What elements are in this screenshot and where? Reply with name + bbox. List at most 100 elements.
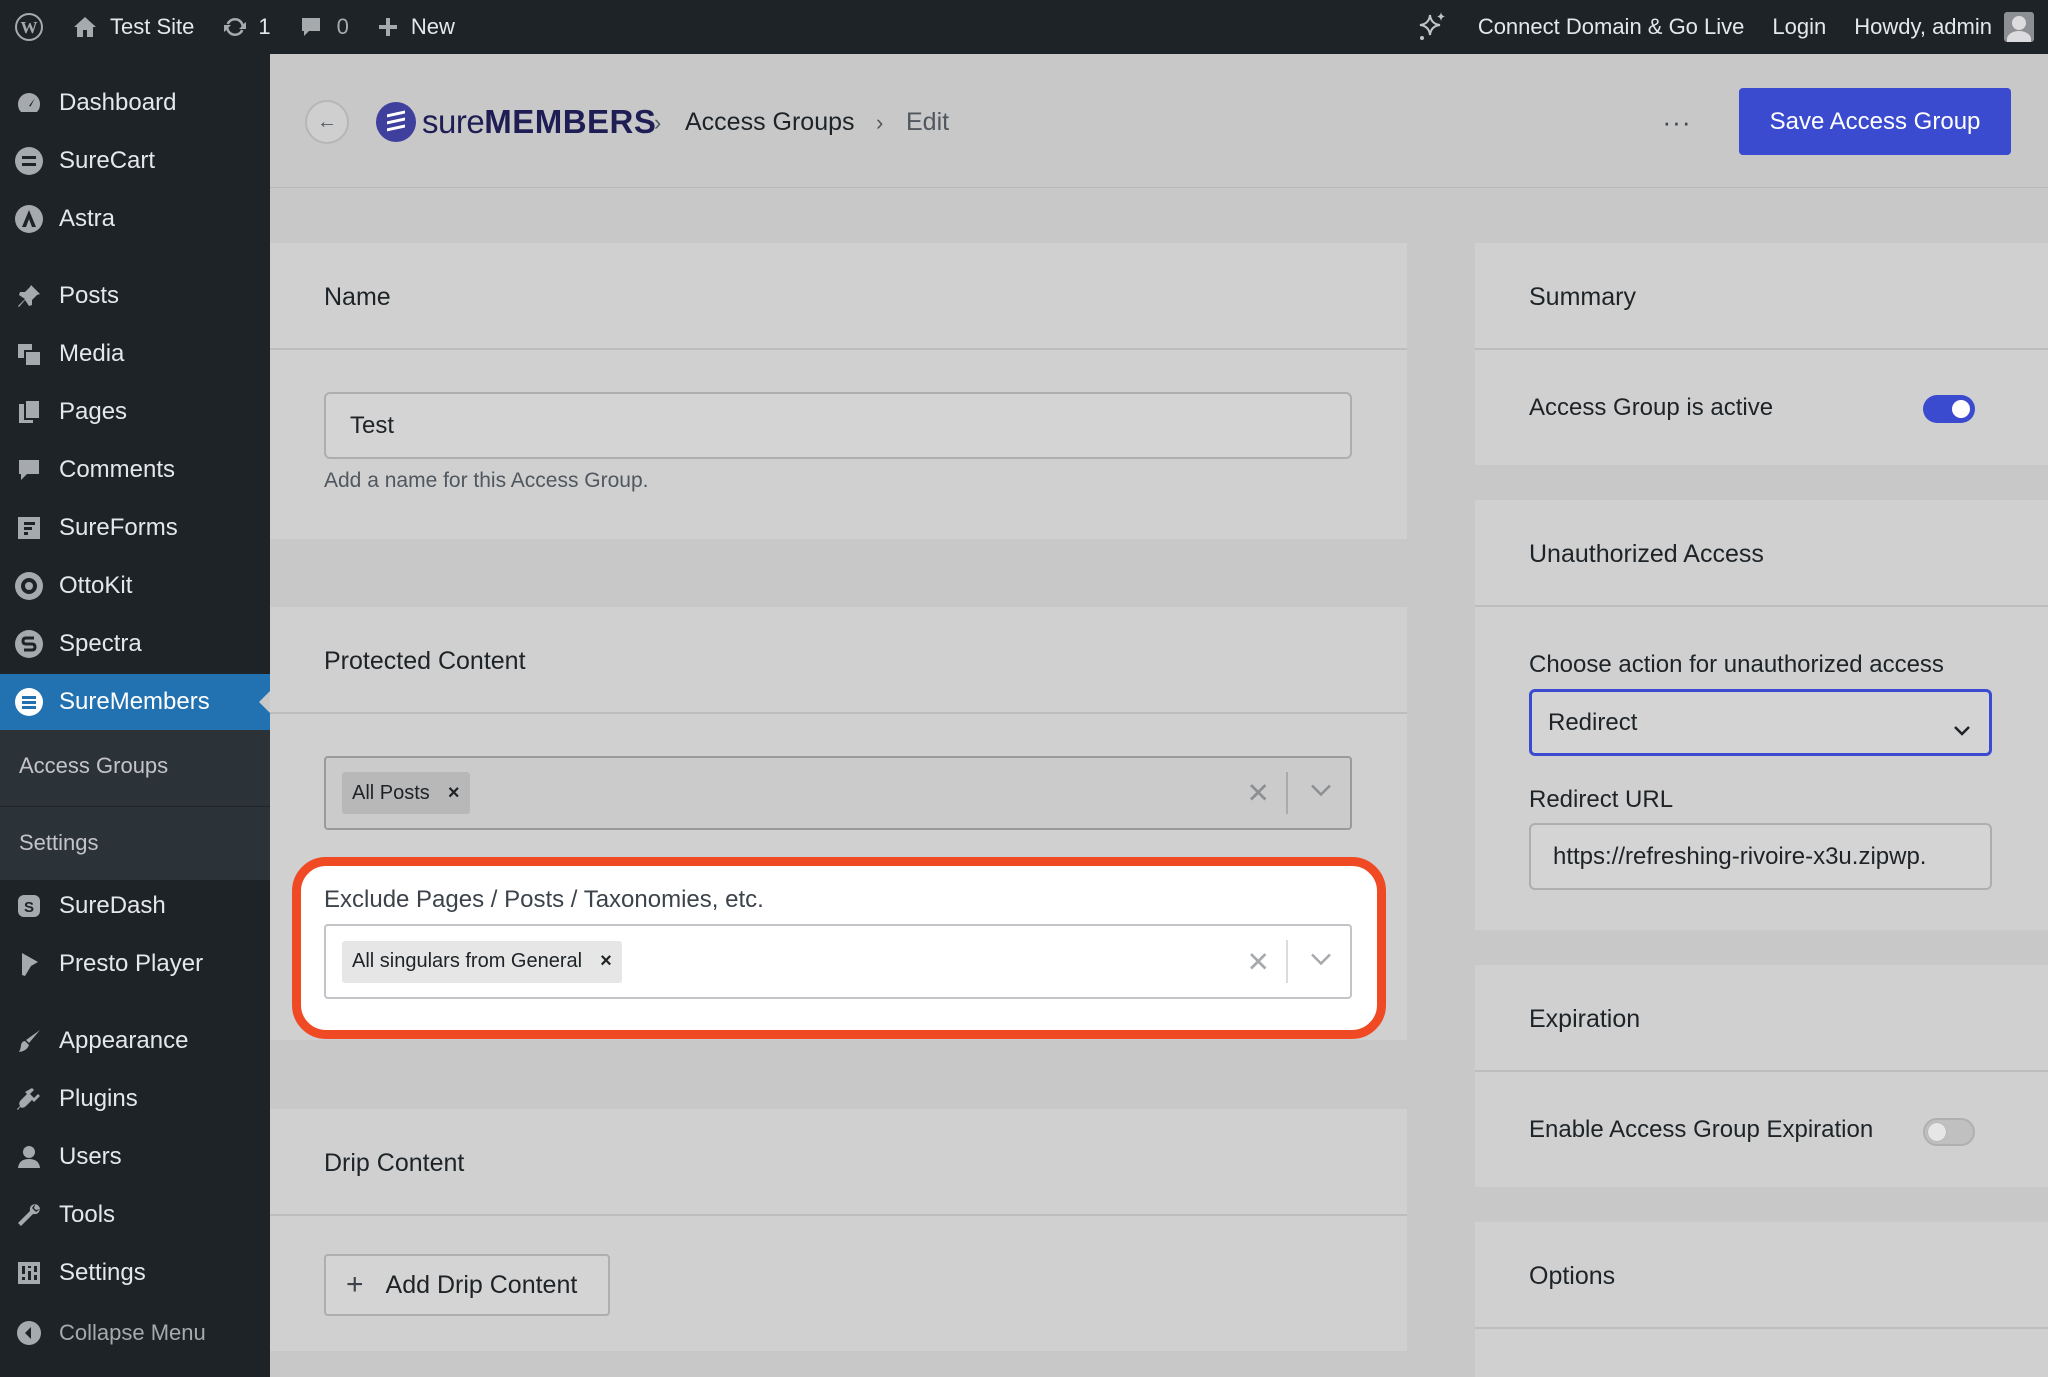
chevron-down-icon[interactable] <box>1310 952 1332 971</box>
comment-icon <box>299 15 323 39</box>
clear-icon[interactable]: ✕ <box>1247 777 1270 810</box>
pin-icon <box>13 280 45 312</box>
updates-count: 1 <box>258 14 271 39</box>
menu-label: Users <box>59 1143 122 1170</box>
menu-label: Posts <box>59 282 120 309</box>
login-link[interactable]: Login <box>1758 0 1840 54</box>
active-toggle[interactable] <box>1923 395 1975 423</box>
menu-settings[interactable]: Settings <box>0 1245 270 1301</box>
wordpress-logo-icon[interactable]: W <box>0 0 58 54</box>
my-account-link[interactable]: Howdy, admin <box>1840 0 2048 54</box>
menu-surecart[interactable]: SureCart <box>0 133 270 189</box>
page-header: ← sureMEMBERS › Access Groups › Edit ···… <box>270 54 2048 188</box>
comments-link[interactable]: 0 <box>285 0 363 54</box>
astra-icon <box>13 203 45 235</box>
exclude-label: Exclude Pages / Posts / Taxonomies, etc. <box>324 886 764 913</box>
suremembers-logo-icon <box>376 102 416 142</box>
admin-bar: W Test Site 1 0 New Connect Domain & Go … <box>0 0 2048 54</box>
submenu-settings[interactable]: Settings <box>0 815 270 871</box>
divider <box>1475 348 2048 350</box>
chevron-down-icon[interactable] <box>1310 784 1332 803</box>
menu-plugins[interactable]: Plugins <box>0 1071 270 1127</box>
divider <box>1286 940 1288 983</box>
menu-label: SureDash <box>59 892 166 919</box>
redirect-url-input[interactable]: https://refreshing-rivoire-x3u.zipwp. <box>1529 823 1992 890</box>
menu-posts[interactable]: Posts <box>0 268 270 324</box>
menu-label: Plugins <box>59 1085 138 1112</box>
logo-text: sureMEMBERS <box>422 103 657 140</box>
plugin-icon <box>13 1083 45 1115</box>
menu-dashboard[interactable]: Dashboard <box>0 75 270 131</box>
divider <box>270 348 1407 350</box>
tag-label: All singulars from General <box>352 950 583 972</box>
home-icon <box>72 15 98 39</box>
divider <box>270 1214 1407 1216</box>
options-title: Options <box>1529 1262 1616 1290</box>
ai-sparkle-icon[interactable] <box>1400 0 1464 54</box>
plus-icon <box>377 16 399 38</box>
menu-label: OttoKit <box>59 572 133 599</box>
menu-label: Presto Player <box>59 950 204 977</box>
collapse-label: Collapse Menu <box>59 1320 206 1345</box>
remove-tag-icon[interactable]: × <box>600 950 612 973</box>
menu-media[interactable]: Media <box>0 326 270 382</box>
remove-tag-icon[interactable]: × <box>448 782 460 805</box>
active-label: Access Group is active <box>1529 394 1774 421</box>
chevron-right-icon: › <box>876 110 884 135</box>
menu-pages[interactable]: Pages <box>0 384 270 440</box>
menu-astra[interactable]: Astra <box>0 191 270 247</box>
menu-label: Pages <box>59 398 128 425</box>
name-input[interactable]: Test <box>324 392 1352 459</box>
include-content-select[interactable]: All Posts × ✕ <box>324 756 1352 830</box>
summary-card: Summary Access Group is active <box>1475 243 2048 465</box>
submenu-access-groups[interactable]: Access Groups <box>0 738 270 794</box>
menu-label: Appearance <box>59 1027 189 1054</box>
suremembers-logo: sureMEMBERS <box>376 100 656 144</box>
include-tag: All Posts × <box>342 772 470 814</box>
divider <box>1475 1327 2048 1329</box>
save-access-group-button[interactable]: Save Access Group <box>1739 88 2011 155</box>
settings-icon <box>13 1257 45 1289</box>
updates-link[interactable]: 1 <box>208 0 284 54</box>
menu-presto-player[interactable]: Presto Player <box>0 936 270 992</box>
users-icon <box>13 1141 45 1173</box>
clear-icon[interactable]: ✕ <box>1247 945 1270 978</box>
menu-label: Dashboard <box>59 89 177 116</box>
divider <box>1475 1070 2048 1072</box>
connect-domain-link[interactable]: Connect Domain & Go Live <box>1464 0 1759 54</box>
add-drip-content-button[interactable]: + Add Drip Content <box>324 1254 610 1316</box>
back-button[interactable]: ← <box>305 100 349 144</box>
expiration-title: Expiration <box>1529 1005 1641 1033</box>
name-help-text: Add a name for this Access Group. <box>324 469 649 492</box>
expiration-toggle[interactable] <box>1923 1118 1975 1146</box>
menu-spectra[interactable]: Spectra <box>0 616 270 672</box>
menu-ottokit[interactable]: OttoKit <box>0 558 270 614</box>
menu-tools[interactable]: Tools <box>0 1187 270 1243</box>
name-card-title: Name <box>324 283 391 311</box>
comments-icon <box>13 454 45 486</box>
menu-appearance[interactable]: Appearance <box>0 1013 270 1069</box>
action-select[interactable]: Redirect <box>1529 689 1992 756</box>
menu-label: SureMembers <box>59 688 210 715</box>
menu-comments[interactable]: Comments <box>0 442 270 498</box>
avatar <box>2004 12 2034 42</box>
menu-label: SureCart <box>59 147 156 174</box>
dashboard-icon <box>13 87 45 119</box>
new-content-link[interactable]: New <box>363 0 469 54</box>
plus-icon: + <box>346 1268 364 1301</box>
menu-sureforms[interactable]: SureForms <box>0 500 270 556</box>
menu-label: Tools <box>59 1201 116 1228</box>
exclude-content-select[interactable]: All singulars from General × ✕ <box>324 924 1352 999</box>
more-options-button[interactable]: ··· <box>1655 104 1699 140</box>
menu-users[interactable]: Users <box>0 1129 270 1185</box>
site-name-link[interactable]: Test Site <box>58 0 208 54</box>
menu-label: Media <box>59 340 125 367</box>
redirect-url-label: Redirect URL <box>1529 786 1674 813</box>
menu-suredash[interactable]: S SureDash <box>0 878 270 934</box>
svg-text:W: W <box>21 18 38 37</box>
arrow-left-icon: ← <box>317 110 337 133</box>
collapse-arrow-icon <box>13 1317 45 1349</box>
menu-suremembers[interactable]: SureMembers <box>0 674 270 730</box>
breadcrumb-access-groups[interactable]: Access Groups <box>685 108 855 137</box>
collapse-menu-button[interactable]: Collapse Menu <box>0 1305 270 1361</box>
